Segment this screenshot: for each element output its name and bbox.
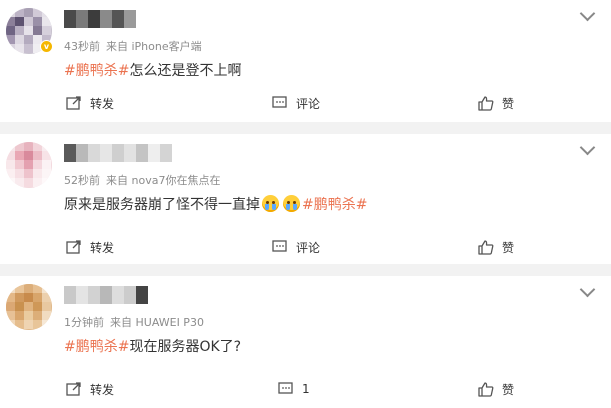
like-icon [478,95,494,111]
action-bar: 转发 1 赞 [0,378,611,400]
hashtag-link[interactable]: #鹏鸭杀# [64,63,129,79]
avatar[interactable] [6,284,52,330]
post-time: 43秒前 [64,40,100,53]
post-text: 现在服务器OK了? [129,339,242,355]
repost-label: 转发 [90,96,115,111]
post-card-3: 1分钟前 来自 HUAWEI P30 #鹏鸭杀#现在服务器OK了? 转发 1 赞 [0,276,611,408]
like-icon [478,239,494,255]
like-button[interactable]: 赞 [478,236,514,258]
comment-button[interactable]: 评论 [272,92,320,114]
chevron-down-icon[interactable] [579,5,596,22]
username-pixelated[interactable] [64,10,136,28]
post-divider [0,264,611,276]
post-text: 原来是服务器崩了怪不得一直掉 [64,197,260,213]
like-button[interactable]: 赞 [478,378,514,400]
like-button[interactable]: 赞 [478,92,514,114]
crying-emoji-icon [283,195,300,212]
like-label: 赞 [502,96,515,111]
like-label: 赞 [502,382,515,397]
chevron-down-icon[interactable] [579,139,596,156]
comment-count: 1 [302,382,310,396]
post-card-2: 52秒前 来自 nova7你在焦点在 原来是服务器崩了怪不得一直掉 #鹏鸭杀# 转发… [0,134,611,264]
post-time: 52秒前 [64,174,100,187]
post-source: 来自 HUAWEI P30 [110,316,204,329]
username-pixelated[interactable] [64,144,172,162]
post-card-1: v 43秒前 来自 iPhone客户端 #鹏鸭杀#怎么还是登不上啊 转发 评论 赞 [0,0,611,122]
crying-emoji-icon [262,195,279,212]
repost-icon [66,382,81,396]
repost-icon [66,240,81,254]
repost-icon [66,96,81,110]
comment-button[interactable]: 评论 [272,236,320,258]
comment-icon [272,96,287,108]
comment-button[interactable]: 1 [278,378,310,400]
repost-label: 转发 [90,382,115,397]
comment-icon [272,240,287,252]
post-content: #鹏鸭杀#现在服务器OK了? [64,336,241,356]
post-meta: 52秒前 来自 nova7你在焦点在 [64,172,226,188]
action-bar: 转发 评论 赞 [0,92,611,114]
username-pixelated[interactable] [64,286,148,304]
hashtag-link[interactable]: #鹏鸭杀# [64,339,129,355]
post-meta: 43秒前 来自 iPhone客户端 [64,38,208,54]
chevron-down-icon[interactable] [579,281,596,298]
post-time: 1分钟前 [64,316,104,329]
verified-badge-icon: v [40,40,53,53]
comment-icon [278,382,293,394]
repost-button[interactable]: 转发 [66,378,114,400]
repost-button[interactable]: 转发 [66,236,114,258]
post-content: #鹏鸭杀#怎么还是登不上啊 [64,60,241,80]
comment-label: 评论 [296,240,321,255]
post-source: 来自 nova7你在焦点在 [106,174,221,187]
like-icon [478,381,494,397]
post-content: 原来是服务器崩了怪不得一直掉 #鹏鸭杀# [64,194,367,214]
avatar[interactable] [6,142,52,188]
like-label: 赞 [502,240,515,255]
hashtag-link[interactable]: #鹏鸭杀# [302,197,367,213]
post-text: 怎么还是登不上啊 [129,63,242,79]
post-source: 来自 iPhone客户端 [106,40,202,53]
repost-label: 转发 [90,240,115,255]
post-divider [0,122,611,134]
post-meta: 1分钟前 来自 HUAWEI P30 [64,314,210,330]
comment-label: 评论 [296,96,321,111]
repost-button[interactable]: 转发 [66,92,114,114]
action-bar: 转发 评论 赞 [0,236,611,258]
